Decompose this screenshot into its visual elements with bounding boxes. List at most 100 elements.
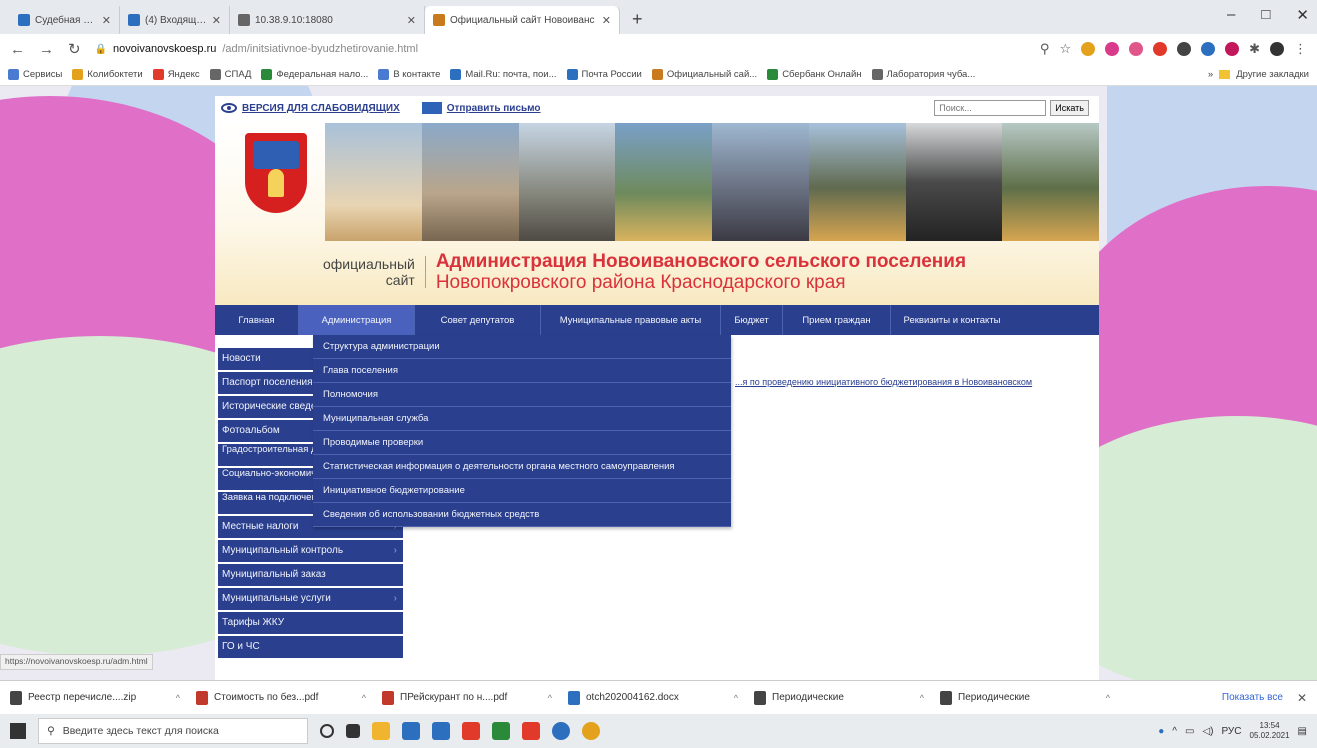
chevron-up-icon[interactable]: ^: [176, 693, 180, 703]
yandex-icon[interactable]: [522, 722, 540, 740]
nav-council[interactable]: Совет депутатов: [415, 305, 541, 335]
side-menu-item[interactable]: Муниципальный заказ: [218, 564, 403, 586]
nav-contacts[interactable]: Реквизиты и контакты: [891, 305, 1013, 335]
site-search-input[interactable]: [934, 100, 1047, 116]
extension-icon[interactable]: [1105, 42, 1120, 56]
bookmark-item[interactable]: Лаборатория чуба...: [871, 69, 975, 80]
extension-icon[interactable]: [1129, 42, 1144, 56]
download-item[interactable]: Реестр перечисле....zip ^: [10, 690, 196, 705]
dropdown-item[interactable]: Сведения об использовании бюджетных сред…: [313, 503, 731, 527]
browser-tab[interactable]: Судебная защита «Норм-право» ✕: [10, 6, 120, 34]
side-menu-item-submenu[interactable]: Муниципальный контроль ›: [218, 540, 403, 562]
nav-budget[interactable]: Бюджет: [721, 305, 783, 335]
download-item[interactable]: Периодические ^: [940, 690, 1126, 705]
extension-icon[interactable]: [1153, 42, 1168, 56]
menu-dots-icon[interactable]: ⋮: [1294, 41, 1307, 57]
side-menu-item[interactable]: Тарифы ЖКУ: [218, 612, 403, 634]
bookmark-item[interactable]: Официальный сай...: [651, 69, 757, 80]
chevron-up-icon[interactable]: ^: [734, 693, 738, 703]
chevron-up-icon[interactable]: ^: [362, 693, 366, 703]
profile-avatar-icon[interactable]: [1270, 42, 1284, 56]
bookmark-item[interactable]: Почта России: [566, 69, 642, 80]
chevron-up-icon[interactable]: ^: [920, 693, 924, 703]
side-menu-item-submenu[interactable]: Муниципальные услуги ›: [218, 588, 403, 610]
file-explorer-icon[interactable]: [372, 722, 390, 740]
chrome-icon[interactable]: [582, 722, 600, 740]
header-photo-collage: [325, 123, 1099, 241]
content-article-link[interactable]: ...я по проведению инициативного бюджети…: [735, 377, 1032, 387]
url-field[interactable]: 🔒 novoivanovskoesp.ru/adm/initsiativnoe-…: [95, 38, 1026, 60]
download-item[interactable]: Периодические ^: [754, 690, 940, 705]
notifications-icon[interactable]: ▤: [1298, 726, 1307, 737]
app-icon[interactable]: [552, 722, 570, 740]
chevron-up-icon[interactable]: ^: [1106, 693, 1110, 703]
bookmark-item[interactable]: В контакте: [378, 69, 440, 80]
nav-legal-acts[interactable]: Муниципальные правовые акты: [541, 305, 721, 335]
bookmark-item[interactable]: СПАД: [209, 69, 251, 80]
cortana-icon[interactable]: [320, 724, 334, 738]
back-arrow-icon[interactable]: ←: [10, 41, 25, 58]
app-icon[interactable]: [402, 722, 420, 740]
show-all-downloads-link[interactable]: Показать все: [1222, 692, 1283, 703]
app-icon[interactable]: [432, 722, 450, 740]
bookmark-item[interactable]: Сервисы: [8, 69, 62, 80]
dropdown-item[interactable]: Глава поселения: [313, 359, 731, 383]
maximize-icon[interactable]: □: [1261, 6, 1270, 24]
accessibility-link[interactable]: ВЕРСИЯ ДЛЯ СЛАБОВИДЯЩИХ: [221, 103, 400, 114]
dropdown-item[interactable]: Инициативное бюджетирование: [313, 479, 731, 503]
dropdown-item[interactable]: Проводимые проверки: [313, 431, 731, 455]
network-icon[interactable]: ▭: [1185, 726, 1194, 737]
tab-close-icon[interactable]: ✕: [407, 14, 416, 27]
dropdown-item[interactable]: Статистическая информация о деятельности…: [313, 455, 731, 479]
zoom-icon[interactable]: ⚲: [1040, 41, 1050, 57]
download-item[interactable]: ПРейскурант по н....pdf ^: [382, 690, 568, 705]
reload-icon[interactable]: ↻: [68, 40, 81, 58]
taskbar-search[interactable]: ⚲ Введите здесь текст для поиска: [38, 718, 308, 744]
new-tab-icon[interactable]: +: [620, 9, 655, 34]
bookmark-item[interactable]: Mail.Ru: почта, пои...: [450, 69, 557, 80]
download-item[interactable]: otch202004162.docx ^: [568, 690, 754, 705]
bookmark-item[interactable]: Сбербанк Онлайн: [767, 69, 862, 80]
extension-icon[interactable]: [1225, 42, 1240, 56]
nav-administration[interactable]: Администрация: [299, 305, 415, 335]
task-view-icon[interactable]: [346, 724, 360, 738]
tab-close-icon[interactable]: ✕: [212, 14, 221, 27]
tab-close-icon[interactable]: ✕: [102, 14, 111, 27]
extension-icon[interactable]: [1081, 42, 1096, 56]
nav-reception[interactable]: Прием граждан: [783, 305, 891, 335]
yandex-browser-icon[interactable]: [462, 722, 480, 740]
dropdown-item[interactable]: Структура администрации: [313, 335, 731, 359]
language-indicator[interactable]: РУС: [1221, 726, 1241, 737]
download-item[interactable]: Стоимость по без...pdf ^: [196, 690, 382, 705]
browser-tab[interactable]: 10.38.9.10:18080 ✕: [230, 6, 425, 34]
browser-tab-active[interactable]: Официальный сайт Новоиванс ✕: [425, 6, 620, 34]
bookmark-star-icon[interactable]: ☆: [1059, 41, 1071, 57]
bookmark-item[interactable]: Колибоктети: [72, 69, 143, 80]
send-letter-link[interactable]: Отправить письмо: [421, 102, 541, 114]
bookmark-item[interactable]: Яндекс: [152, 69, 200, 80]
forward-arrow-icon[interactable]: →: [39, 41, 54, 58]
app-icon[interactable]: [492, 722, 510, 740]
tab-close-icon[interactable]: ✕: [602, 14, 611, 27]
windows-start-icon[interactable]: [10, 723, 26, 739]
other-bookmarks[interactable]: » Другие закладки: [1208, 69, 1309, 80]
bookmark-favicon-icon: [871, 69, 883, 80]
extension-icon[interactable]: [1177, 42, 1192, 56]
nav-home[interactable]: Главная: [215, 305, 299, 335]
extensions-puzzle-icon[interactable]: ✱: [1249, 41, 1260, 57]
minimize-icon[interactable]: –: [1227, 6, 1235, 24]
browser-tab[interactable]: (4) Входящие - Почта Mail.ru ✕: [120, 6, 230, 34]
site-search-button[interactable]: Искать: [1050, 100, 1089, 116]
close-shelf-icon[interactable]: ✕: [1297, 691, 1307, 705]
volume-icon[interactable]: ◁): [1202, 726, 1213, 737]
chevron-up-icon[interactable]: ^: [548, 693, 552, 703]
dropdown-item[interactable]: Полномочия: [313, 383, 731, 407]
clock[interactable]: 13:54 05.02.2021: [1250, 721, 1290, 741]
bookmark-item[interactable]: Федеральная нало...: [261, 69, 368, 80]
dropdown-item[interactable]: Муниципальная служба: [313, 407, 731, 431]
chevron-up-icon[interactable]: ^: [1172, 726, 1177, 737]
extension-icon[interactable]: [1201, 42, 1216, 56]
user-tray-icon[interactable]: ●: [1158, 726, 1164, 737]
close-window-icon[interactable]: ✕: [1296, 6, 1309, 24]
side-menu-item[interactable]: ГО и ЧС: [218, 636, 403, 658]
